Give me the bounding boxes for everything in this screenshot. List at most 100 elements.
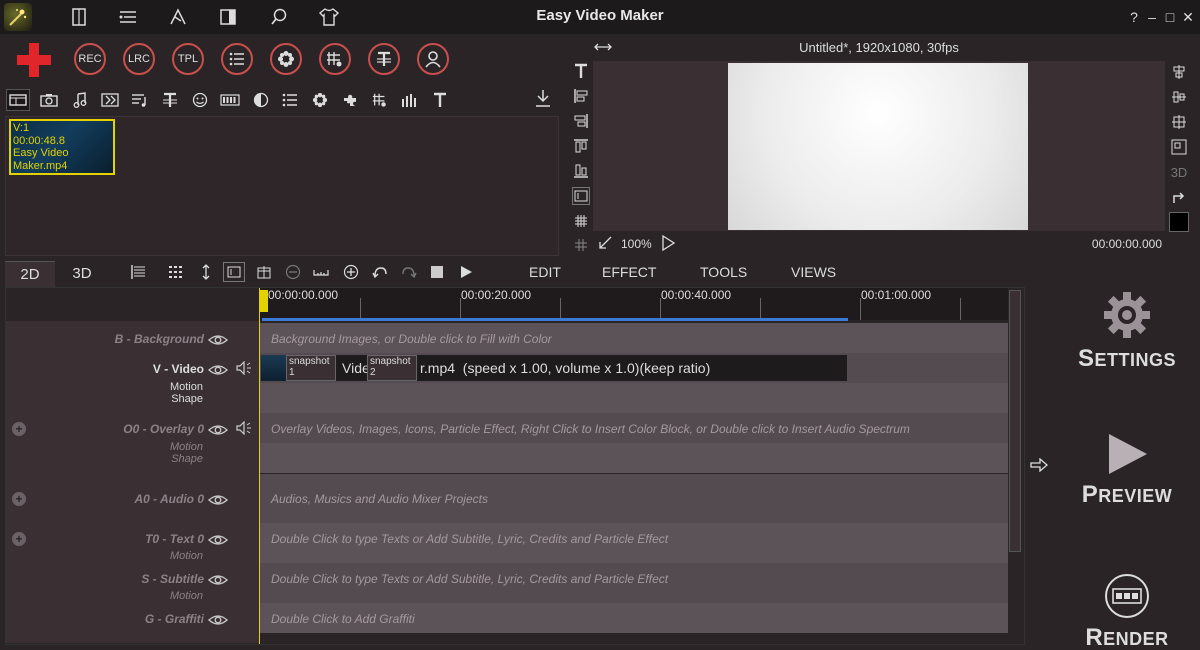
- transition-media-tab[interactable]: [98, 89, 122, 111]
- calendar-tool[interactable]: [253, 262, 275, 282]
- speaker-icon[interactable]: [236, 420, 252, 440]
- book-icon[interactable]: [68, 6, 90, 28]
- snapshot-1[interactable]: snapshot 1: [286, 355, 336, 381]
- play-icon[interactable]: [661, 234, 676, 254]
- camera-media-tab[interactable]: [37, 89, 61, 111]
- track-sublabel-motion[interactable]: Motion: [100, 441, 203, 453]
- zoom-out-tool[interactable]: [282, 262, 304, 282]
- track-sublabel-motion[interactable]: Motion: [100, 550, 203, 562]
- close-button[interactable]: ✕: [1179, 8, 1197, 26]
- menu-effect[interactable]: EFFECT: [602, 264, 656, 280]
- search-icon[interactable]: [268, 6, 290, 28]
- text-button[interactable]: [368, 43, 400, 75]
- track-video-motion[interactable]: [260, 383, 1008, 413]
- vertical-resize-tool[interactable]: [195, 262, 217, 282]
- eye-icon[interactable]: [208, 613, 228, 625]
- text-tool[interactable]: [572, 62, 590, 80]
- grid-tool[interactable]: [572, 212, 590, 230]
- lyrics-media-tab[interactable]: [128, 89, 152, 111]
- track-overlay-motion[interactable]: [260, 443, 1008, 473]
- media-clip-thumbnail[interactable]: V:1 00:00:48.8 Easy Video Maker.mp4: [9, 119, 115, 175]
- menu-edit[interactable]: EDIT: [529, 264, 561, 280]
- play-timeline-tool[interactable]: [455, 262, 477, 282]
- playhead-handle[interactable]: [259, 290, 268, 312]
- align-bottom-tool[interactable]: [572, 162, 590, 180]
- track-sublabel-motion[interactable]: Motion: [100, 590, 203, 602]
- undo-tool[interactable]: [369, 262, 391, 282]
- tshirt-icon[interactable]: [318, 6, 340, 28]
- crosshair-tool[interactable]: [572, 236, 590, 254]
- timeline-vertical-scrollbar[interactable]: [1009, 290, 1021, 552]
- menu-views[interactable]: VIEWS: [791, 264, 836, 280]
- render-button[interactable]: RENDER: [1072, 573, 1182, 650]
- help-button[interactable]: ?: [1125, 8, 1143, 26]
- split-view-icon[interactable]: [217, 6, 239, 28]
- arrow-right-icon[interactable]: [1030, 457, 1048, 477]
- list-settings-icon[interactable]: [117, 6, 139, 28]
- video-clip[interactable]: Vide r.mp4 (speed x 1.00, volume x 1.0)(…: [261, 355, 847, 381]
- lyrics-button[interactable]: [319, 43, 351, 75]
- color-media-tab[interactable]: [249, 89, 273, 111]
- eye-icon[interactable]: [208, 533, 228, 545]
- add-track-icon[interactable]: +: [12, 422, 26, 436]
- stop-tool[interactable]: [426, 262, 448, 282]
- emoji-media-tab[interactable]: [188, 89, 212, 111]
- align-center-v-tool[interactable]: [1169, 87, 1189, 107]
- settings-button[interactable]: SETTINGS: [1072, 290, 1182, 373]
- preview-canvas[interactable]: [728, 63, 1028, 230]
- eye-icon[interactable]: [208, 363, 228, 375]
- menu-tools[interactable]: TOOLS: [700, 264, 747, 280]
- add-track-icon[interactable]: +: [12, 492, 26, 506]
- audio-spectrum-media-tab[interactable]: [398, 89, 422, 111]
- add-media-button[interactable]: [14, 40, 54, 80]
- eye-icon[interactable]: [208, 493, 228, 505]
- tpl-button[interactable]: TPL: [172, 43, 204, 75]
- particle-media-tab[interactable]: [308, 89, 332, 111]
- particle-button[interactable]: [270, 43, 302, 75]
- minimize-button[interactable]: –: [1143, 8, 1161, 26]
- track-sublabel-shape[interactable]: Shape: [100, 393, 203, 405]
- puzzle-media-tab[interactable]: [338, 89, 362, 111]
- text-media-tab[interactable]: [158, 89, 182, 111]
- shrink-icon[interactable]: [598, 236, 612, 253]
- video-media-tab[interactable]: [6, 89, 30, 111]
- list-button[interactable]: [221, 43, 253, 75]
- maximize-button[interactable]: □: [1161, 8, 1179, 26]
- safe-area-tool[interactable]: [572, 187, 590, 205]
- grid-dots-tool[interactable]: [165, 262, 187, 282]
- 3d-label[interactable]: 3D: [1169, 162, 1189, 182]
- redo-tool[interactable]: [398, 262, 420, 282]
- select-region-tool[interactable]: [223, 262, 245, 282]
- align-top-tool[interactable]: [572, 137, 590, 155]
- eye-icon[interactable]: [208, 573, 228, 585]
- music-media-tab[interactable]: [68, 89, 92, 111]
- rec-button[interactable]: REC: [74, 43, 106, 75]
- rotate-tool[interactable]: [1169, 187, 1189, 207]
- eye-icon[interactable]: [208, 333, 228, 345]
- fit-tool[interactable]: [1169, 137, 1189, 157]
- track-sublabel-motion[interactable]: Motion: [100, 381, 203, 393]
- download-icon[interactable]: [534, 89, 552, 114]
- align-center-h-tool[interactable]: [1169, 62, 1189, 82]
- keyboard-media-tab[interactable]: [218, 89, 242, 111]
- track-list-tool[interactable]: [127, 262, 149, 282]
- add-track-icon[interactable]: +: [12, 532, 26, 546]
- title-media-tab[interactable]: [428, 89, 452, 111]
- lyric-media-tab[interactable]: [368, 89, 392, 111]
- snapshot-2[interactable]: snapshot 2: [367, 355, 417, 381]
- align-left-tool[interactable]: [572, 87, 590, 105]
- zoom-in-tool[interactable]: [340, 262, 362, 282]
- eye-icon[interactable]: [208, 423, 228, 435]
- lrc-button[interactable]: LRC: [123, 43, 155, 75]
- preview-button[interactable]: PREVIEW: [1072, 432, 1182, 509]
- speaker-icon[interactable]: [236, 360, 252, 380]
- tab-3d[interactable]: 3D: [57, 261, 107, 287]
- compass-icon[interactable]: [167, 6, 189, 28]
- ruler-tool[interactable]: [310, 262, 332, 282]
- tab-2d[interactable]: 2D: [5, 261, 55, 287]
- account-button[interactable]: [417, 43, 449, 75]
- expand-horizontal-icon[interactable]: [594, 40, 612, 59]
- track-sublabel-shape[interactable]: Shape: [100, 453, 203, 465]
- align-right-tool[interactable]: [572, 112, 590, 130]
- center-tool[interactable]: [1169, 112, 1189, 132]
